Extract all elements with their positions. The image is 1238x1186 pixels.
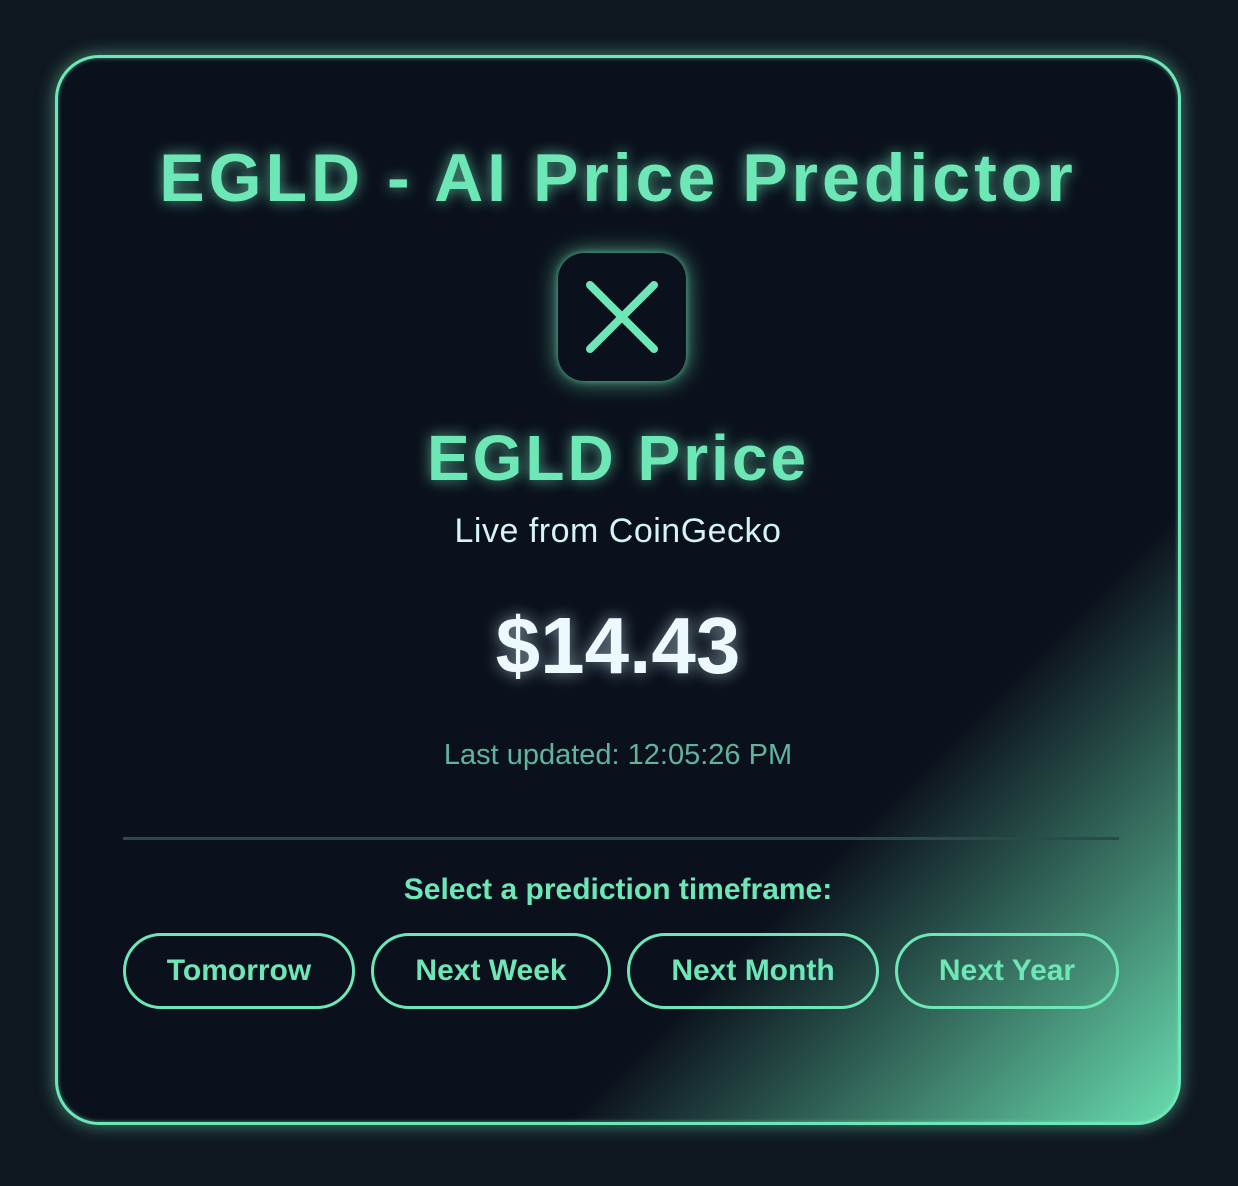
last-updated: Last updated: 12:05:26 PM	[443, 739, 793, 771]
predictor-card: EGLD - AI Price Predictor EGLD Price Liv…	[55, 55, 1181, 1125]
price-heading: EGLD Price	[426, 422, 810, 494]
current-price: $14.43	[495, 601, 741, 690]
egld-logo	[558, 253, 686, 381]
page-title: EGLD - AI Price Predictor	[159, 140, 1077, 216]
timeframe-prompt: Select a prediction timeframe:	[403, 873, 833, 906]
x-close-icon	[586, 281, 658, 353]
next-month-button[interactable]: Next Month	[627, 933, 879, 1009]
next-year-button[interactable]: Next Year	[895, 933, 1119, 1009]
price-source: Live from CoinGecko	[454, 512, 782, 550]
tomorrow-button[interactable]: Tomorrow	[123, 933, 355, 1009]
divider	[123, 837, 1119, 840]
next-week-button[interactable]: Next Week	[371, 933, 611, 1009]
